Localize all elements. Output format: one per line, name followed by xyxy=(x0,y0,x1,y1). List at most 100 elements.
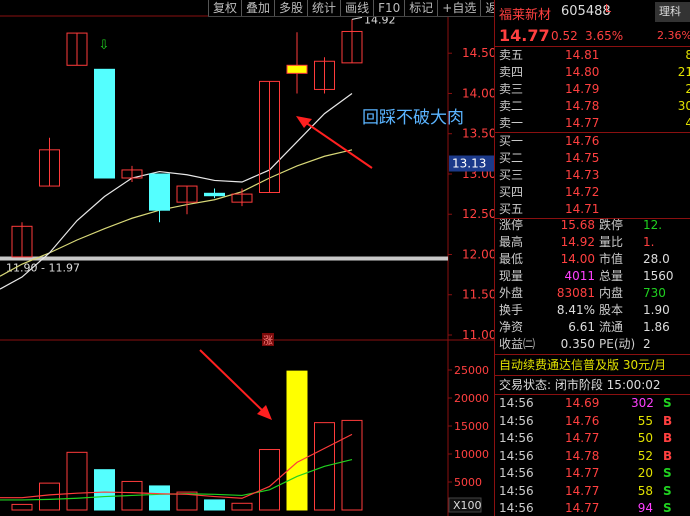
sell-label: 卖五 xyxy=(499,48,524,62)
stat-value: 4011 xyxy=(564,269,595,283)
sell-volume: 21 xyxy=(677,65,690,79)
stat-row: 最高 14.92 量比 1. xyxy=(495,234,690,251)
right-pct: 2.36% xyxy=(657,29,690,42)
buy-row: 买一 14.76 xyxy=(495,133,690,150)
sell-label: 卖一 xyxy=(499,116,524,130)
stock-badge[interactable]: 理科 xyxy=(655,2,690,22)
trade-time: 14:56 xyxy=(499,448,534,463)
toolbar-button-1[interactable]: 叠加 xyxy=(241,0,274,16)
trade-row: 14:56 14.77 58 S xyxy=(495,483,690,501)
trade-row: 14:56 14.77 20 S xyxy=(495,465,690,483)
stat-label: 现量 xyxy=(499,269,524,283)
stat-label: 量比 xyxy=(599,235,624,249)
trade-price: 14.77 xyxy=(565,466,600,480)
toolbar-button-3[interactable]: 统计 xyxy=(307,0,340,16)
buy-row: 买三 14.73 xyxy=(495,167,690,184)
quote-panel: 福莱新材 605488 L 理科 14.77 0.52 3.65% 2.36% … xyxy=(494,0,690,516)
toolbar-button-0[interactable]: 复权 xyxy=(208,0,241,16)
stat-value: 28.0 xyxy=(643,252,670,266)
toolbar-button-5[interactable]: F10 xyxy=(373,0,404,16)
toolbar-button-7[interactable]: +自选 xyxy=(437,0,480,16)
toolbar-button-6[interactable]: 标记 xyxy=(404,0,437,16)
annotation-text: 回踩不破大肉 xyxy=(362,108,464,128)
sell-price: 14.81 xyxy=(565,48,600,62)
stat-row: 涨停 15.68 跌停 12. xyxy=(495,217,690,234)
last-price: 14.77 xyxy=(499,26,550,45)
toolbar-button-4[interactable]: 画线 xyxy=(340,0,373,16)
stat-value: 14.92 xyxy=(560,235,595,249)
sell-row: 卖五 14.81 8 xyxy=(495,47,690,64)
high-marker xyxy=(351,16,363,20)
stat-value: 83081 xyxy=(556,286,595,300)
price-tick-label: 14.50 xyxy=(462,46,494,60)
trade-price: 14.77 xyxy=(565,501,600,515)
stats-table: 涨停 15.68 跌停 12. 最高 14.92 量比 1. 最低 14.00 市值 28.0 现量 40… xyxy=(495,217,690,353)
sell-label: 卖四 xyxy=(499,65,524,79)
sell-volume: 8 xyxy=(685,47,690,64)
trade-time: 14:56 xyxy=(499,413,534,428)
current-price-label: 13.13 xyxy=(452,157,486,171)
price-tick-label: 13.50 xyxy=(462,127,494,141)
price-tick-label: 12.00 xyxy=(462,247,494,261)
sell-label: 卖三 xyxy=(499,82,524,96)
trade-price: 14.77 xyxy=(565,431,600,445)
sell-volume: 30 xyxy=(677,99,690,113)
stock-name: 福莱新材 xyxy=(499,8,552,23)
buy-row: 买四 14.72 xyxy=(495,184,690,201)
buy-label: 买一 xyxy=(499,134,524,148)
buy-price: 14.71 xyxy=(565,202,600,216)
price-tick-label: 14.00 xyxy=(462,86,494,100)
buy-book: 买一 14.76 买二 14.75 买三 14.73 买四 14.72 买五 14.71 xyxy=(495,133,690,218)
buy-row: 买二 14.75 xyxy=(495,150,690,167)
volume-tick-label: 20000 xyxy=(454,392,489,405)
sell-price: 14.78 xyxy=(565,99,600,113)
candle xyxy=(94,68,115,179)
stat-label: 流通 xyxy=(599,320,624,334)
stat-value: 0.350 xyxy=(560,337,595,351)
stat-value: 6.61 xyxy=(568,320,595,334)
stat-label: 收益㈡ xyxy=(499,337,536,351)
toolbar-button-2[interactable]: 多股 xyxy=(274,0,307,16)
trade-side: S xyxy=(663,501,672,515)
volume-tick-label: 25000 xyxy=(454,364,489,377)
stat-label: 市值 xyxy=(599,252,624,266)
down-arrow-icon: ⇩ xyxy=(99,38,110,53)
sell-row: 卖四 14.80 21 xyxy=(495,64,690,81)
volume-bar xyxy=(66,451,88,511)
buy-label: 买五 xyxy=(499,202,524,216)
volume-bar xyxy=(286,370,308,511)
subscription-banner[interactable]: 自动续费通达信普及版 30元/月 xyxy=(495,356,690,374)
trade-time: 14:56 xyxy=(499,501,534,515)
volume-tick-label: 15000 xyxy=(454,420,489,433)
support-line xyxy=(0,256,448,261)
buy-label: 买二 xyxy=(499,151,524,165)
stat-row: 净资 6.61 流通 1.86 xyxy=(495,319,690,336)
trade-volume: 55 xyxy=(637,413,653,428)
stock-code: 605488 xyxy=(561,4,611,19)
chart-toolbar: 复权叠加多股统计画线F10标记+自选返回 xyxy=(208,0,514,17)
stat-value: 1.90 xyxy=(643,303,670,317)
support-label: 11.90 - 11.97 xyxy=(6,262,80,275)
trade-row: 14:56 14.76 55 B xyxy=(495,413,690,431)
sell-price: 14.80 xyxy=(565,65,600,79)
stat-row: 外盘 83081 内盘 730 xyxy=(495,285,690,302)
trade-status: 交易状态: 闭市阶段 15:00:02 xyxy=(499,378,661,392)
trade-volume: 20 xyxy=(637,466,653,480)
trade-time: 14:56 xyxy=(499,483,534,498)
stat-label: 净资 xyxy=(499,320,524,334)
stat-value: 1.86 xyxy=(643,320,670,334)
trade-side: S xyxy=(663,396,672,410)
stat-label: 最低 xyxy=(499,252,524,266)
stat-label: 换手 xyxy=(499,303,524,317)
kline-chart[interactable]: 11.90 - 11.97 14.5014.0013.5013.0012.501… xyxy=(0,0,494,516)
volume-unit: X100 xyxy=(453,499,482,512)
trade-row: 14:56 14.69 302 S xyxy=(495,395,690,413)
trade-row: 14:56 14.77 50 B xyxy=(495,430,690,448)
stat-row: 收益㈡ 0.350 PE(动) 2 xyxy=(495,336,690,353)
stat-label: 最高 xyxy=(499,235,524,249)
buy-row: 买五 14.71 xyxy=(495,201,690,218)
buy-price: 14.73 xyxy=(565,168,600,182)
volume-bar xyxy=(204,499,225,511)
volume-bar xyxy=(39,482,60,511)
stat-value: 1. xyxy=(643,235,655,249)
